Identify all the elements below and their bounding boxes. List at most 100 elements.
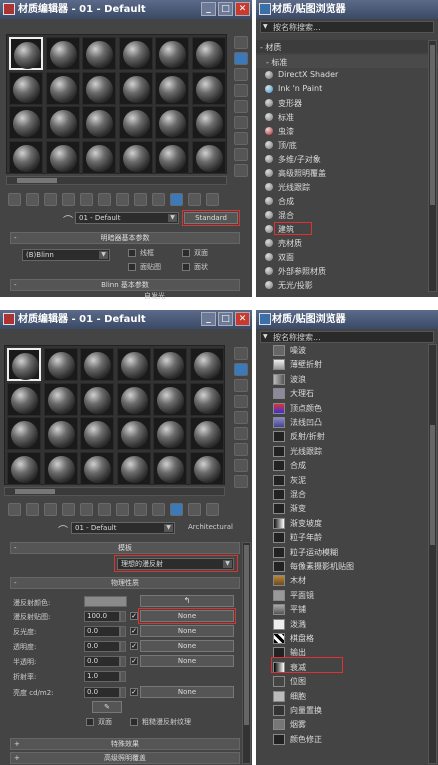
- diffuse-map-spinner[interactable]: [120, 611, 126, 622]
- material-type-label[interactable]: Architectural: [188, 523, 233, 531]
- sample-slot[interactable]: [45, 106, 80, 139]
- sample-slot[interactable]: [191, 106, 226, 139]
- sample-slot[interactable]: [7, 417, 41, 450]
- show-map-icon[interactable]: [152, 503, 165, 516]
- get-material-icon[interactable]: [8, 193, 21, 206]
- video-check-icon[interactable]: [234, 411, 248, 424]
- sample-slot[interactable]: [118, 106, 153, 139]
- eyedropper-icon[interactable]: ⌒: [63, 212, 73, 227]
- transparency-value[interactable]: 0.0: [84, 641, 120, 652]
- diffuse-map-checkbox[interactable]: ✓: [130, 612, 138, 620]
- material-navigator-icon[interactable]: [234, 475, 248, 488]
- go-to-parent-icon[interactable]: [188, 503, 201, 516]
- sample-slot[interactable]: [116, 417, 151, 450]
- list-item[interactable]: 标准: [256, 110, 428, 123]
- options-icon[interactable]: [234, 132, 248, 145]
- backlight-icon[interactable]: [234, 52, 248, 65]
- list-item[interactable]: 无光/投影: [256, 278, 428, 291]
- list-item[interactable]: 混合: [256, 208, 428, 221]
- raw-diffuse-checkbox[interactable]: [130, 718, 138, 726]
- list-item[interactable]: 位图: [273, 675, 408, 688]
- options-icon[interactable]: [234, 443, 248, 456]
- adv-lighting-rollout-header[interactable]: + 高级照明覆盖: [10, 752, 240, 764]
- put-to-library-icon[interactable]: [116, 503, 129, 516]
- background-icon[interactable]: [234, 68, 248, 81]
- material-name-field[interactable]: 01 - Default ▼: [75, 212, 179, 224]
- subgroup-header-standard[interactable]: - 标准: [256, 55, 438, 68]
- material-name-field[interactable]: 01 - Default ▼: [71, 522, 175, 534]
- sample-slot[interactable]: [80, 417, 114, 450]
- list-item[interactable]: 木材: [273, 574, 408, 587]
- slots-horizontal-scrollbar[interactable]: [6, 176, 227, 185]
- transparency-checkbox[interactable]: ✓: [130, 642, 138, 650]
- two-sided-checkbox[interactable]: [182, 249, 190, 257]
- sample-light-button[interactable]: ✎: [92, 701, 122, 713]
- sample-slot[interactable]: [189, 451, 224, 485]
- shininess-value[interactable]: 0.0: [84, 626, 120, 637]
- translucency-map-button[interactable]: None: [140, 655, 234, 667]
- list-item[interactable]: 合成: [256, 194, 428, 207]
- sample-slot[interactable]: [118, 37, 153, 70]
- sample-slot[interactable]: [43, 382, 78, 416]
- sample-slot[interactable]: [116, 382, 151, 416]
- sample-slot[interactable]: [45, 71, 80, 105]
- sample-slot[interactable]: [80, 348, 114, 381]
- list-item[interactable]: DirectX Shader: [256, 68, 428, 81]
- backlight-icon[interactable]: [234, 363, 248, 376]
- editor-vertical-scrollbar[interactable]: [242, 542, 251, 764]
- shader-select[interactable]: (B)Blinn ▼: [22, 249, 110, 261]
- sample-slot[interactable]: [7, 348, 41, 381]
- list-item[interactable]: 粒子运动模糊: [273, 546, 408, 559]
- go-to-parent-icon[interactable]: [188, 193, 201, 206]
- list-item[interactable]: 每像素摄影机贴图: [273, 560, 408, 573]
- sample-slot[interactable]: [82, 71, 116, 105]
- list-item[interactable]: 烟雾: [273, 718, 408, 731]
- list-item[interactable]: 棋盘格: [273, 632, 408, 645]
- material-id-icon[interactable]: [134, 193, 147, 206]
- sample-slot[interactable]: [9, 106, 43, 139]
- sample-slot[interactable]: [116, 348, 151, 381]
- preview-icon[interactable]: [234, 427, 248, 440]
- material-navigator-icon[interactable]: [234, 164, 248, 177]
- list-item[interactable]: 灰泥: [273, 474, 408, 487]
- uv-tiling-icon[interactable]: [234, 395, 248, 408]
- close-button[interactable]: ✕: [235, 2, 250, 16]
- close-button[interactable]: ✕: [235, 312, 250, 326]
- list-item[interactable]: 平面镜: [273, 589, 408, 602]
- maximize-button[interactable]: □: [218, 312, 233, 326]
- put-to-scene-icon[interactable]: [26, 193, 39, 206]
- sample-slot[interactable]: [7, 382, 41, 416]
- browser-vertical-scrollbar[interactable]: [428, 344, 437, 764]
- preview-icon[interactable]: [234, 116, 248, 129]
- list-item[interactable]: 变形器: [256, 96, 428, 109]
- list-item[interactable]: 薄壁折射: [273, 358, 408, 371]
- sample-slot[interactable]: [155, 140, 189, 174]
- sample-slot[interactable]: [118, 71, 153, 105]
- list-item[interactable]: 粒子年龄: [273, 531, 408, 544]
- reset-icon[interactable]: [62, 503, 75, 516]
- faceted-checkbox[interactable]: [182, 263, 190, 271]
- group-header-materials[interactable]: - 材质: [256, 40, 438, 53]
- sample-type-icon[interactable]: [234, 347, 248, 360]
- face-map-checkbox[interactable]: [128, 263, 136, 271]
- ior-value[interactable]: 1.0: [84, 671, 120, 682]
- transparency-map-button[interactable]: None: [140, 640, 234, 652]
- translucency-spinner[interactable]: [120, 656, 126, 667]
- sample-slot[interactable]: [116, 451, 151, 485]
- minimize-button[interactable]: _: [201, 312, 216, 326]
- list-item[interactable]: 波浪: [273, 373, 408, 386]
- list-item[interactable]: 渐变: [273, 502, 408, 515]
- sample-slot[interactable]: [43, 451, 78, 485]
- uv-tiling-icon[interactable]: [234, 84, 248, 97]
- sample-slot[interactable]: [45, 37, 80, 70]
- diffuse-map-amount[interactable]: 100.0: [84, 611, 120, 622]
- sample-slot[interactable]: [9, 37, 43, 70]
- video-check-icon[interactable]: [234, 100, 248, 113]
- search-input[interactable]: 按名称搜索...: [273, 22, 321, 33]
- slots-horizontal-scrollbar[interactable]: [4, 487, 225, 496]
- shininess-map-button[interactable]: None: [140, 625, 234, 637]
- material-id-icon[interactable]: [134, 503, 147, 516]
- browser-vertical-scrollbar[interactable]: [428, 40, 437, 292]
- get-material-icon[interactable]: [8, 503, 21, 516]
- sample-slot[interactable]: [82, 37, 116, 70]
